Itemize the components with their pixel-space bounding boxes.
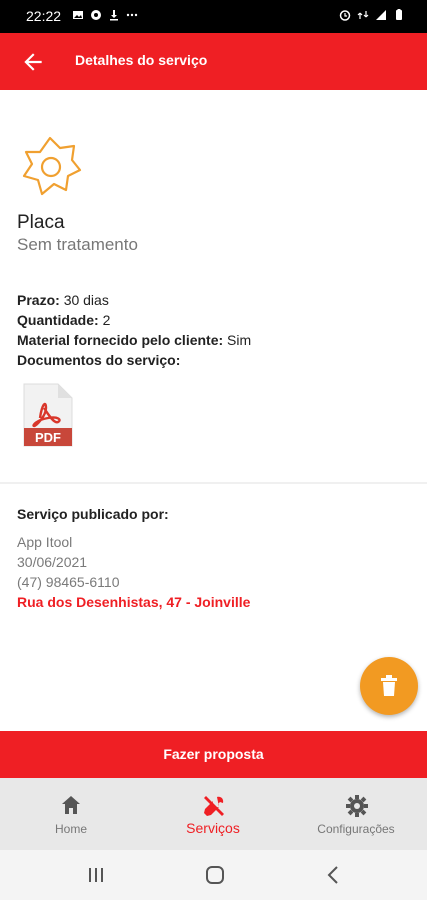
nav-services-label: Serviços [186, 820, 240, 836]
back-arrow-icon[interactable] [20, 49, 46, 75]
quantity-value: 2 [102, 312, 111, 328]
page-title: Detalhes do serviço [75, 52, 208, 68]
service-details: Placa Sem tratamento Prazo: 30 dias Quan… [0, 90, 427, 730]
documents-row: Documentos do serviço: [17, 350, 251, 370]
publisher-address-link[interactable]: Rua dos Desenhistas, 47 - Joinville [17, 592, 250, 612]
publisher-phone: (47) 98465-6110 [17, 574, 120, 590]
image-notification-icon [73, 11, 83, 19]
home-button-icon[interactable] [203, 864, 227, 886]
back-button-icon[interactable] [322, 864, 346, 886]
deadline-row: Prazo: 30 dias [17, 290, 251, 310]
pdf-document-icon[interactable]: PDF [22, 382, 74, 448]
trash-icon [381, 675, 397, 696]
nav-services[interactable]: Serviços [142, 778, 284, 850]
alarm-icon [339, 10, 351, 21]
quantity-label: Quantidade: [17, 312, 99, 328]
service-treatment: Sem tratamento [17, 235, 138, 254]
nav-home-label: Home [54, 822, 87, 836]
nav-settings[interactable]: Configurações [285, 778, 427, 850]
publisher-info: Serviço publicado por: App Itool 30/06/2… [17, 504, 250, 612]
publish-date: 30/06/2021 [17, 554, 88, 570]
status-time: 22:22 [26, 8, 62, 24]
tools-icon [204, 796, 224, 816]
documents-label: Documentos do serviço: [17, 352, 181, 368]
status-bar: 22:22 [0, 0, 427, 33]
bottom-navigation: Home Serviços Configurações [0, 778, 427, 850]
quantity-row: Quantidade: 2 [17, 310, 251, 330]
saw-blade-icon [22, 136, 82, 196]
nav-home[interactable]: Home [0, 778, 142, 850]
delete-fab-button[interactable] [360, 657, 418, 715]
gear-icon [346, 795, 368, 817]
system-navigation-bar [0, 850, 427, 900]
divider [0, 482, 427, 484]
material-row: Material fornecido pelo cliente: Sim [17, 330, 251, 350]
material-label: Material fornecido pelo cliente: [17, 332, 224, 348]
pdf-label: PDF [35, 430, 61, 445]
app-bar: Detalhes do serviço [0, 33, 427, 90]
battery-icon [396, 9, 402, 20]
publisher-header: Serviço publicado por: [17, 506, 169, 522]
network-icon [357, 11, 369, 19]
app-notification-icon [91, 10, 101, 20]
deadline-value: 30 dias [63, 292, 109, 308]
recent-apps-icon[interactable] [84, 864, 108, 886]
more-notifications-icon [126, 13, 138, 17]
publisher-name: App Itool [17, 534, 73, 550]
nav-settings-label: Configurações [317, 822, 395, 836]
download-icon [110, 10, 118, 21]
material-value: Sim [227, 332, 252, 348]
signal-icon [376, 10, 386, 20]
home-icon [62, 796, 80, 814]
service-info: Prazo: 30 dias Quantidade: 2 Material fo… [17, 290, 251, 370]
service-name: Placa [17, 212, 65, 233]
deadline-label: Prazo: [17, 292, 60, 308]
make-proposal-button[interactable]: Fazer proposta [0, 731, 427, 778]
